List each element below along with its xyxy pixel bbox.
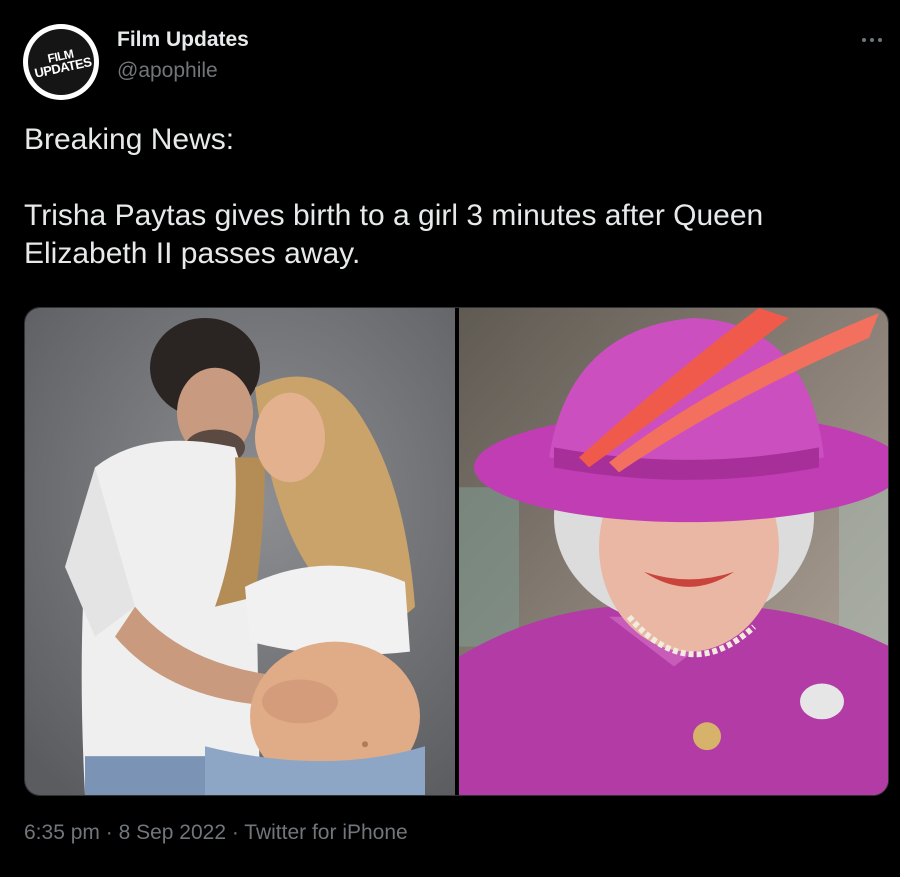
- queen-photo[interactable]: [459, 308, 888, 795]
- author-display-name[interactable]: Film Updates: [117, 28, 249, 52]
- more-options-button[interactable]: [856, 28, 892, 52]
- tweet-text-line: Trisha Paytas gives birth to a girl 3 mi…: [24, 199, 764, 232]
- meta-separator: ·: [226, 821, 245, 844]
- tweet-time[interactable]: 6:35 pm: [24, 821, 100, 844]
- author-avatar[interactable]: FILM UPDATES: [23, 24, 99, 100]
- couple-photo[interactable]: [25, 308, 455, 795]
- author-handle[interactable]: @apophile: [117, 59, 218, 83]
- tweet-text-line: Elizabeth II passes away.: [24, 237, 361, 270]
- tweet-text-blank-line: [24, 159, 894, 197]
- avatar-logo: FILM UPDATES: [28, 29, 94, 95]
- tweet-text-line: Breaking News:: [24, 123, 235, 156]
- tweet-media: [24, 307, 889, 796]
- tweet-date[interactable]: 8 Sep 2022: [119, 821, 226, 844]
- meta-separator: ·: [99, 821, 119, 844]
- tweet-meta: 6:35 pm · 8 Sep 2022 · Twitter for iPhon…: [24, 821, 408, 845]
- tweet-text: Breaking News: Trisha Paytas gives birth…: [24, 121, 894, 273]
- tweet-source[interactable]: Twitter for iPhone: [244, 821, 407, 844]
